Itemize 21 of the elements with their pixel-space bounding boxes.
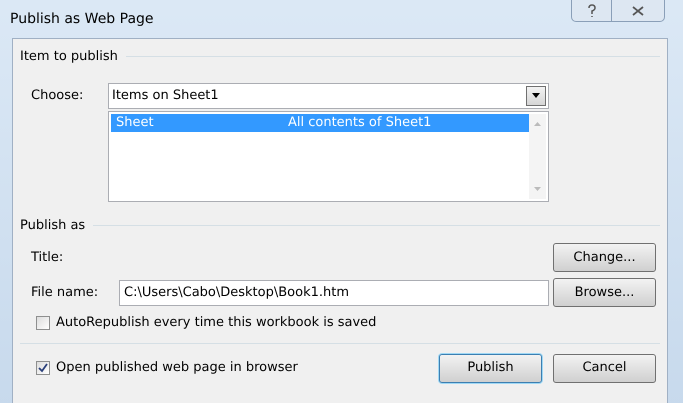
group-heading: Publish as	[20, 216, 86, 234]
dropdown-arrow-button[interactable]	[526, 86, 546, 106]
dialog-button[interactable]: Browse...	[553, 278, 656, 307]
group-heading: Item to publish	[20, 48, 118, 66]
checkbox-label: AutoRepublish every time this workbook is saved	[56, 314, 376, 332]
dialog-button[interactable]: Change...	[553, 243, 656, 272]
window-title: Publish as Web Page	[10, 10, 154, 28]
field-label: Title:	[31, 248, 64, 267]
dialog-button[interactable]: Cancel	[553, 354, 656, 382]
checkmark-icon	[38, 363, 48, 373]
field-label: File name:	[31, 284, 100, 302]
field-label: Choose:	[31, 86, 84, 105]
checkbox[interactable]	[36, 361, 50, 375]
caret-icon	[532, 93, 540, 98]
checkbox-label: Open published web page in browser	[56, 359, 298, 378]
dropdown[interactable]: Items on Sheet1	[108, 82, 549, 108]
close-icon	[632, 6, 644, 16]
help-icon	[586, 4, 596, 18]
file-name-field[interactable]: C:\Users\Cabo\Desktop\Book1.htm	[119, 280, 549, 306]
dialog-button[interactable]: Publish	[439, 354, 542, 382]
checkbox[interactable]	[36, 316, 50, 330]
